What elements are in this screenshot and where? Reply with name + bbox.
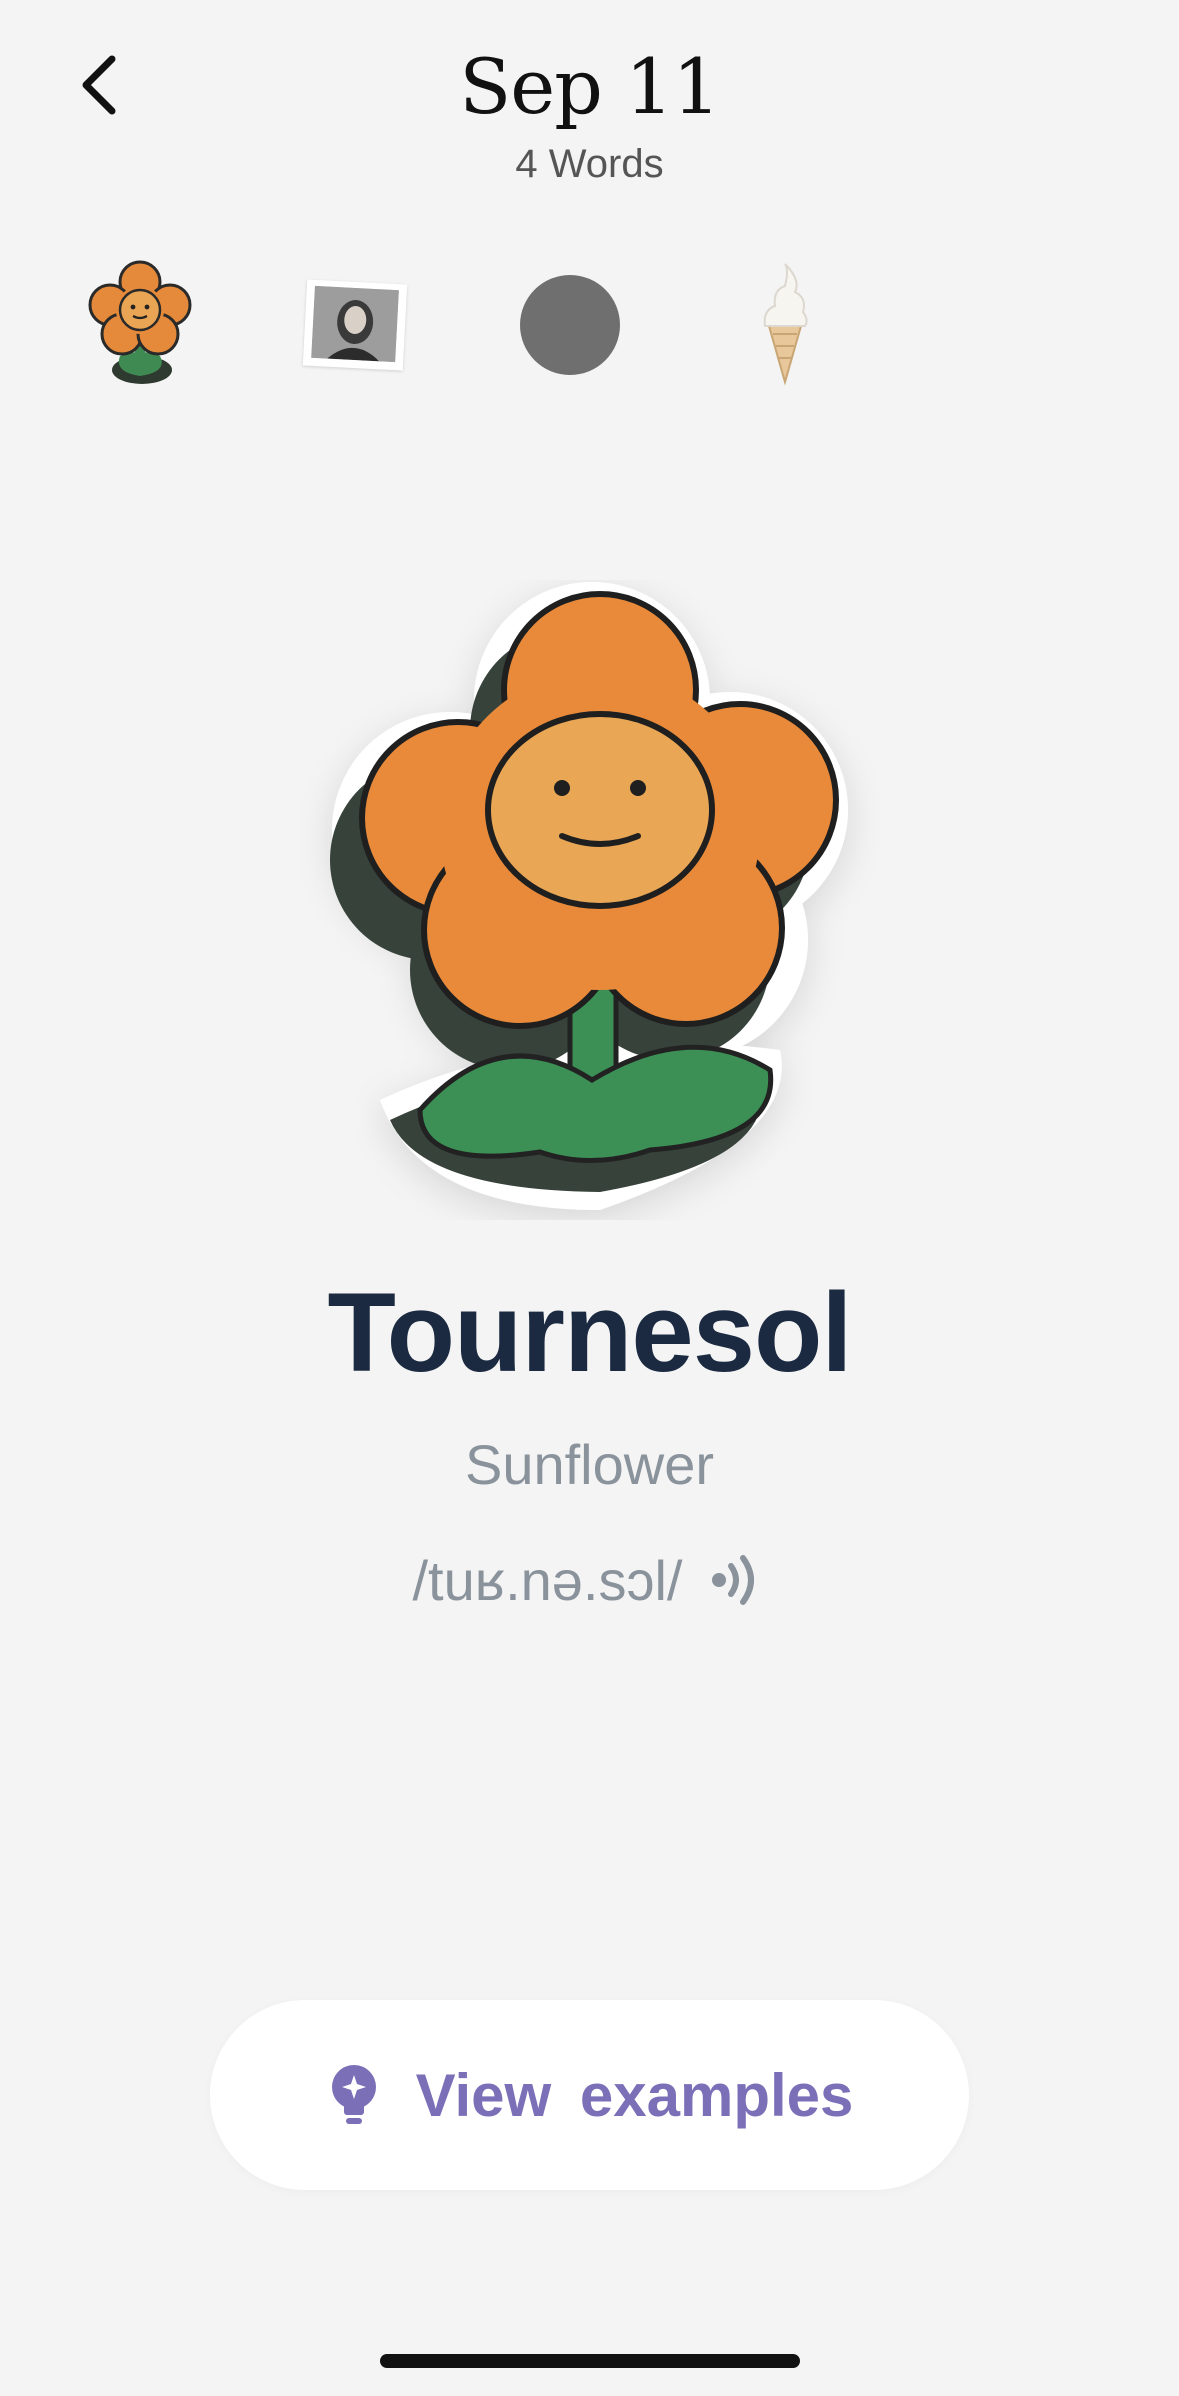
- ice-cream-thumbnail: [763, 263, 808, 386]
- lightbulb-icon: [331, 2065, 376, 2124]
- header: Sep 11 4 Words: [0, 0, 1179, 220]
- thumb-ice-cream[interactable]: [725, 260, 845, 390]
- flower-pin-image: [300, 580, 880, 1220]
- page-title: Sep 11: [459, 42, 721, 131]
- portrait-photo-thumbnail: [302, 279, 408, 371]
- thumbnail-strip: [80, 260, 840, 390]
- view-examples-button[interactable]: View examples: [210, 2000, 969, 2190]
- word-translation: Sunflower: [464, 1433, 715, 1496]
- gray-circle-thumbnail: [520, 275, 620, 375]
- play-audio-button[interactable]: [707, 1550, 767, 1610]
- thumb-portrait-photo[interactable]: [295, 260, 415, 390]
- view-examples-label: View examples: [415, 2061, 854, 2129]
- thumb-flower-pin[interactable]: [80, 260, 200, 390]
- word-term: Tournesol: [327, 1270, 852, 1395]
- pronunciation-row: /tuʁ.nə.sɔl/: [0, 1540, 1179, 1620]
- home-indicator[interactable]: [380, 2354, 800, 2368]
- speaker-icon: [711, 1555, 754, 1605]
- word-count: 4 Words: [515, 142, 664, 186]
- thumb-gray-circle[interactable]: [510, 260, 630, 390]
- pronunciation-text: /tuʁ.nə.sɔl/: [412, 1548, 683, 1612]
- flower-pin-thumbnail: [88, 260, 192, 384]
